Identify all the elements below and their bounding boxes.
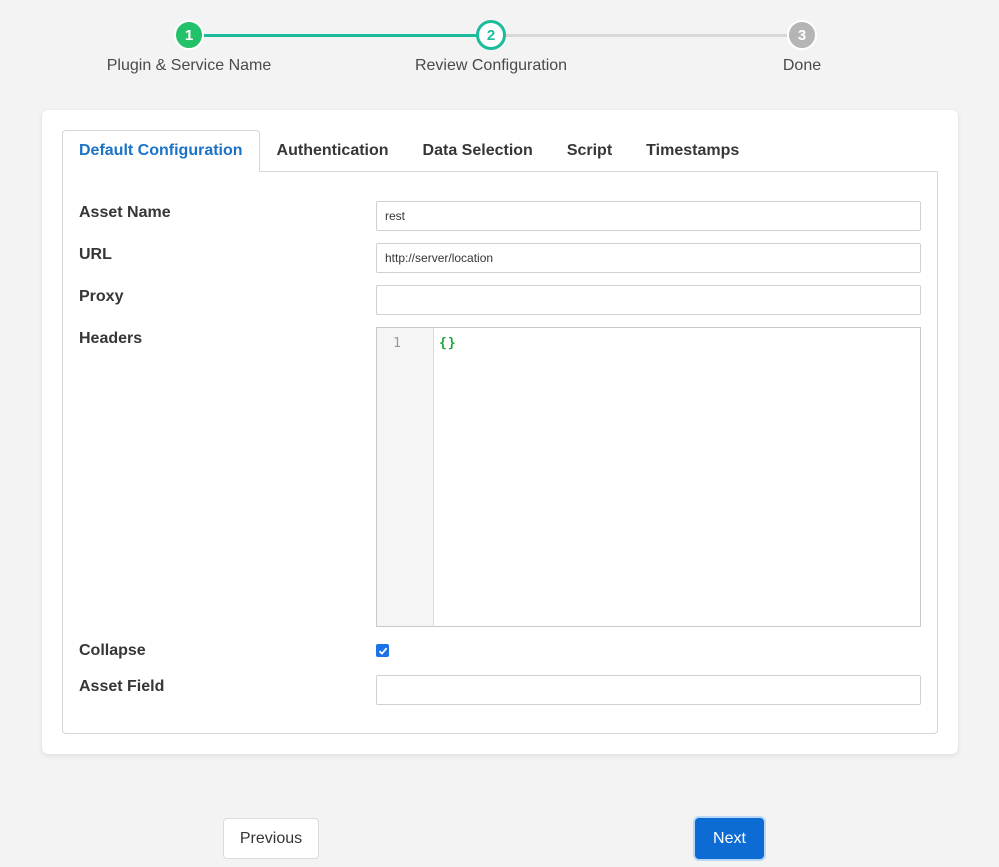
url-label: URL	[79, 246, 112, 263]
tab-script[interactable]: Script	[550, 130, 629, 172]
tab-authentication[interactable]: Authentication	[260, 130, 406, 172]
step-2-indicator: 2	[476, 20, 506, 50]
proxy-input[interactable]	[376, 285, 921, 315]
tab-bar: Default Configuration Authentication Dat…	[62, 130, 756, 172]
headers-code-editor[interactable]: 1 {}	[376, 327, 921, 627]
wizard-stepper: 1 2 3 Plugin & Service Name Review Confi…	[0, 0, 999, 90]
asset-name-label: Asset Name	[79, 204, 171, 221]
step-3-label: Done	[782, 57, 822, 74]
editor-gutter: 1	[377, 328, 434, 626]
line-number: 1	[393, 336, 401, 351]
configuration-card: Default Configuration Authentication Dat…	[42, 110, 958, 754]
step-connector-completed	[189, 34, 491, 37]
tab-timestamps[interactable]: Timestamps	[629, 130, 756, 172]
step-connector-pending	[491, 34, 802, 37]
previous-button[interactable]: Previous	[223, 818, 319, 859]
headers-label: Headers	[79, 330, 143, 347]
editor-code-area[interactable]: {}	[434, 328, 920, 626]
step-2-label: Review Configuration	[414, 57, 568, 74]
step-1-label: Plugin & Service Name	[106, 57, 272, 74]
asset-field-input[interactable]	[376, 675, 921, 705]
collapse-label: Collapse	[79, 642, 146, 659]
asset-field-label: Asset Field	[79, 678, 165, 695]
asset-name-input[interactable]	[376, 201, 921, 231]
tab-data-selection[interactable]: Data Selection	[406, 130, 550, 172]
next-button[interactable]: Next	[695, 818, 764, 859]
tab-default-configuration[interactable]: Default Configuration	[62, 130, 260, 172]
step-3-indicator: 3	[787, 20, 817, 50]
url-input[interactable]	[376, 243, 921, 273]
step-1-indicator: 1	[174, 20, 204, 50]
proxy-label: Proxy	[79, 288, 124, 305]
collapse-checkbox[interactable]	[376, 644, 389, 657]
tab-panel: Asset Name URL Proxy Headers 1 {} Collap…	[62, 171, 938, 734]
checkmark-icon	[378, 647, 387, 655]
headers-code-text: {}	[439, 336, 457, 351]
